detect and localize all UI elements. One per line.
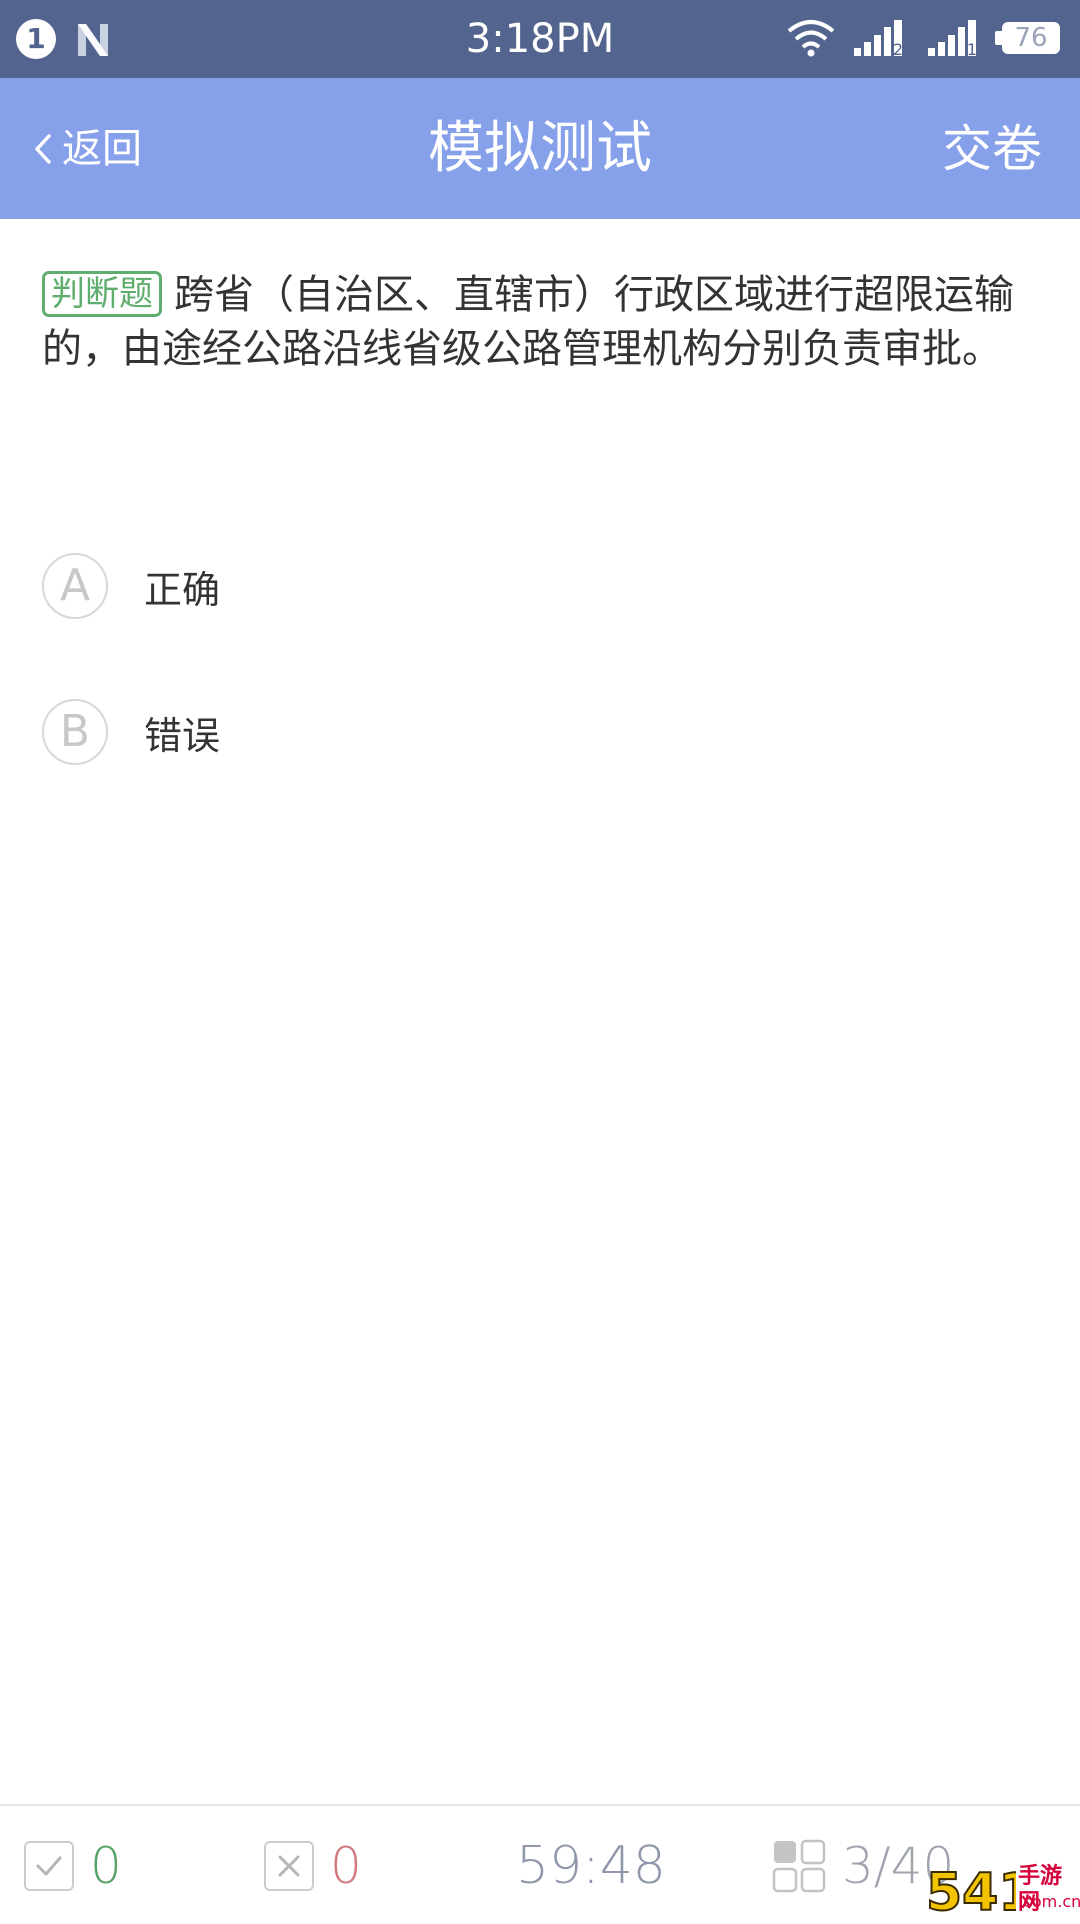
signal-sim1-icon: 1 xyxy=(928,20,977,58)
signal-sim2-icon: 2 xyxy=(854,20,903,58)
status-bar: 1 3:18PM 2 1 76 xyxy=(0,0,1080,78)
battery-icon: 76 xyxy=(995,22,1060,54)
timer: 59:48 xyxy=(500,1836,666,1896)
check-icon xyxy=(24,1841,74,1891)
option-letter-a: A xyxy=(42,553,108,619)
watermark-digits-logo: 5416 xyxy=(925,1862,1072,1924)
sim1-label: 1 xyxy=(967,40,977,58)
wifi-icon xyxy=(787,20,835,57)
option-label-a: 正确 xyxy=(144,567,221,612)
correct-count: 0 xyxy=(90,1837,122,1895)
submit-exam-button[interactable]: 交卷 xyxy=(942,116,1042,182)
battery-level: 76 xyxy=(1014,23,1048,53)
answer-sheet-grid-icon xyxy=(772,1839,826,1893)
watermark-domain: .com.cn xyxy=(1018,1892,1080,1911)
wrong-count: 0 xyxy=(330,1837,362,1895)
question-block: 判断题 跨省（自治区、直辖市）行政区域进行超限运输的，由途经公路沿线省级公路管理机… xyxy=(42,268,1032,376)
correct-counter[interactable]: 0 xyxy=(24,1836,122,1896)
watermark-digits: 5416 xyxy=(926,1863,1016,1920)
wrong-counter[interactable]: 0 xyxy=(264,1836,362,1896)
status-clock: 3:18PM xyxy=(465,16,615,62)
question-text: 跨省（自治区、直辖市）行政区域进行超限运输的，由途经公路沿线省级公路管理机构分别… xyxy=(42,272,1014,372)
option-letter-b: B xyxy=(42,699,108,765)
option-a[interactable]: A 正确 xyxy=(42,551,220,621)
question-type-badge: 判断题 xyxy=(42,271,162,317)
bottom-bar: 0 0 59:48 3/40 xyxy=(0,1804,1080,1922)
page-title: 模拟测试 xyxy=(428,116,652,181)
timer-value: 59:48 xyxy=(516,1836,666,1896)
sim2-label: 2 xyxy=(893,40,903,58)
option-label-b: 错误 xyxy=(144,713,221,758)
option-b[interactable]: B 错误 xyxy=(42,697,220,767)
app-bar: 返回 模拟测试 交卷 xyxy=(0,78,1080,219)
cross-icon xyxy=(264,1841,314,1891)
site-watermark-logo: 5416 手游网 .com.cn xyxy=(924,1858,1080,1924)
